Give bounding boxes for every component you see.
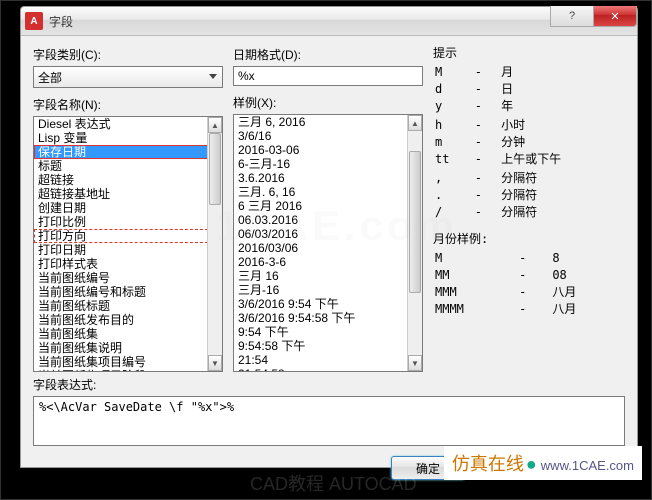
list-item[interactable]: 3/6/16 xyxy=(234,129,408,143)
list-item[interactable]: 当前图纸集项目编号 xyxy=(34,355,208,369)
list-item[interactable]: 三月. 6, 16 xyxy=(234,185,408,199)
list-item[interactable]: 2016/03/06 xyxy=(234,241,408,255)
scroll-down-icon[interactable]: ▼ xyxy=(208,355,222,371)
list-item[interactable]: 打印样式表 xyxy=(34,257,208,271)
hints-title: 提示 xyxy=(433,46,625,61)
examples-label: 样例(X): xyxy=(233,94,423,111)
list-item[interactable]: 当前图纸集 xyxy=(34,327,208,341)
list-item[interactable]: 6 三月 2016 xyxy=(234,199,408,213)
scrollbar[interactable]: ▲ ▼ xyxy=(407,115,422,371)
examples-listbox[interactable]: 三月 6, 20163/6/162016-03-066-三月-163.6.201… xyxy=(233,114,423,372)
expression-label: 字段表达式: xyxy=(33,376,625,393)
list-item[interactable]: 超链接基地址 xyxy=(34,187,208,201)
list-item[interactable]: 当前图纸发布目的 xyxy=(34,313,208,327)
list-item[interactable]: 3/6/2016 9:54 下午 xyxy=(234,297,408,311)
list-item[interactable]: Lisp 变量 xyxy=(34,131,208,145)
date-format-input[interactable]: %x xyxy=(233,66,423,86)
list-item[interactable]: 2016-03-06 xyxy=(234,143,408,157)
list-item[interactable]: 21:54 xyxy=(234,353,408,367)
field-category-label: 字段类别(C): xyxy=(33,46,223,63)
list-item[interactable]: 06.03.2016 xyxy=(234,213,408,227)
list-item[interactable]: 当前图纸集说明 xyxy=(34,341,208,355)
scroll-thumb[interactable] xyxy=(409,151,421,293)
list-item[interactable]: 6-三月-16 xyxy=(234,157,408,171)
list-item[interactable]: 9:54:58 下午 xyxy=(234,339,408,353)
list-item[interactable]: 9:54 下午 xyxy=(234,325,408,339)
field-category-value: 全部 xyxy=(38,69,62,86)
list-item[interactable]: 打印比例 xyxy=(34,215,208,229)
brand-logo: 仿真在线 ● www.1CAE.com xyxy=(444,446,642,480)
list-item[interactable]: 3/6/2016 9:54:58 下午 xyxy=(234,311,408,325)
list-item[interactable]: 当前图纸集项目阶段 xyxy=(34,369,208,371)
titlebar[interactable]: A 字段 ? ✕ xyxy=(21,7,637,36)
scroll-down-icon[interactable]: ▼ xyxy=(408,355,422,371)
list-item[interactable]: 三月 16 xyxy=(234,269,408,283)
list-item[interactable]: 三月 6, 2016 xyxy=(234,115,408,129)
list-item[interactable]: Diesel 表达式 xyxy=(34,117,208,131)
scrollbar[interactable]: ▲ ▼ xyxy=(207,117,222,371)
list-item[interactable]: 打印方向 xyxy=(34,229,208,243)
expression-box: %<\AcVar SaveDate \f "%x">% xyxy=(33,396,625,446)
month-examples-title: 月份样例: xyxy=(433,232,625,247)
scroll-thumb[interactable] xyxy=(209,133,221,205)
dialog-window: A 字段 ? ✕ 字段类别(C): 全部 字段名称(N): Diesel 表达式… xyxy=(20,6,638,468)
field-names-label: 字段名称(N): xyxy=(33,96,223,113)
list-item[interactable]: 当前图纸编号 xyxy=(34,271,208,285)
field-category-combo[interactable]: 全部 xyxy=(33,66,223,88)
list-item[interactable]: 创建日期 xyxy=(34,201,208,215)
list-item[interactable]: 3.6.2016 xyxy=(234,171,408,185)
close-button[interactable]: ✕ xyxy=(593,6,637,27)
list-item[interactable]: 标题 xyxy=(34,159,208,173)
app-icon: A xyxy=(25,12,43,30)
list-item[interactable]: 21:54:58 xyxy=(234,367,408,371)
help-button[interactable]: ? xyxy=(550,6,594,27)
date-format-label: 日期格式(D): xyxy=(233,46,423,63)
list-item[interactable]: 三月-16 xyxy=(234,283,408,297)
scroll-up-icon[interactable]: ▲ xyxy=(408,115,422,131)
list-item[interactable]: 打印日期 xyxy=(34,243,208,257)
hints-panel: 提示 M-月d-日y-年h-小时m-分钟tt-上午或下午,-分隔符.-分隔符/-… xyxy=(433,46,625,372)
list-item[interactable]: 2016-3-6 xyxy=(234,255,408,269)
list-item[interactable]: 超链接 xyxy=(34,173,208,187)
window-title: 字段 xyxy=(49,13,633,30)
list-item[interactable]: 保存日期 xyxy=(34,145,208,159)
field-names-listbox[interactable]: Diesel 表达式Lisp 变量保存日期标题超链接超链接基地址创建日期打印比例… xyxy=(33,116,223,372)
list-item[interactable]: 06/03/2016 xyxy=(234,227,408,241)
scroll-up-icon[interactable]: ▲ xyxy=(208,117,222,133)
list-item[interactable]: 当前图纸编号和标题 xyxy=(34,285,208,299)
list-item[interactable]: 当前图纸标题 xyxy=(34,299,208,313)
